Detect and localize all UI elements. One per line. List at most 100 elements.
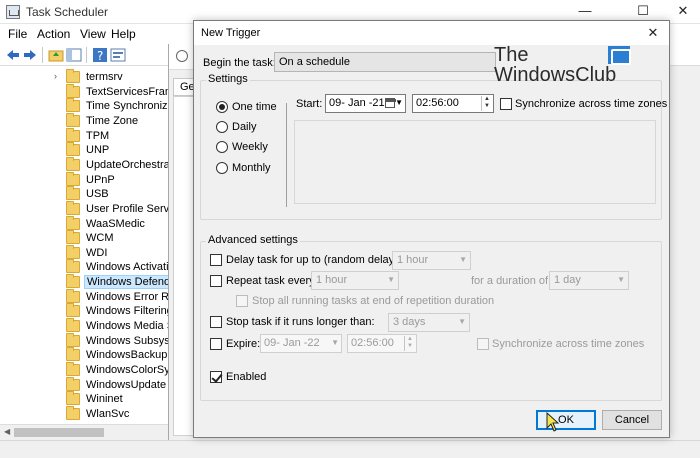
tree-item[interactable]: Windows Defender bbox=[50, 274, 168, 290]
folder-icon bbox=[66, 288, 80, 303]
radio-monthly[interactable] bbox=[216, 162, 228, 174]
folder-icon bbox=[66, 142, 80, 157]
start-label: Start: bbox=[296, 98, 323, 110]
repeat-task-checkbox[interactable] bbox=[210, 275, 222, 287]
watermark-line2: WindowsClub bbox=[494, 64, 617, 86]
dialog-close-button[interactable]: ✕ bbox=[643, 24, 663, 42]
sync-time-zones-checkbox[interactable] bbox=[500, 98, 512, 110]
cancel-button[interactable]: Cancel bbox=[602, 410, 662, 430]
tree-item-label: Windows Defender bbox=[84, 275, 168, 290]
tree-item[interactable]: › termsrv bbox=[50, 69, 168, 85]
tree-item[interactable]: Time Zone bbox=[50, 112, 168, 129]
settings-group-title: Settings bbox=[206, 73, 250, 85]
radio-daily-label: Daily bbox=[232, 121, 257, 133]
tree-horizontal-scrollbar[interactable]: ◀ bbox=[0, 424, 168, 440]
delay-value: 1 hour bbox=[397, 254, 429, 266]
stop-running-tasks-checkbox[interactable] bbox=[236, 295, 248, 307]
tree-item[interactable]: WindowsColorSystem bbox=[50, 362, 168, 378]
expire-date-picker[interactable]: 09- Jan -22 ▼ bbox=[260, 334, 342, 353]
radio-one-time[interactable] bbox=[216, 101, 228, 113]
delay-select[interactable]: 1 hour ▼ bbox=[392, 251, 471, 270]
tree-item-label: WindowsBackup bbox=[86, 349, 168, 362]
repeat-interval-select[interactable]: 1 hour ▼ bbox=[311, 271, 399, 290]
thewindowsclub-watermark: The WindowsClub bbox=[494, 44, 654, 94]
stop-task-longer-label: Stop task if it runs longer than: bbox=[226, 316, 375, 328]
expire-time-field[interactable]: 02:56:00 ▲ ▼ bbox=[347, 334, 417, 353]
menu-file[interactable]: File bbox=[8, 27, 27, 41]
scroll-left-arrow-icon[interactable]: ◀ bbox=[4, 427, 10, 436]
repeat-interval-value: 1 hour bbox=[316, 274, 348, 286]
chevron-down-icon: ▼ bbox=[387, 275, 395, 284]
expand-arrow-icon[interactable]: › bbox=[54, 71, 57, 81]
folder-icon bbox=[66, 112, 80, 127]
expire-sync-label: Synchronize across time zones bbox=[492, 338, 645, 350]
back-arrow-icon[interactable] bbox=[5, 47, 21, 63]
enabled-checkbox[interactable] bbox=[210, 371, 222, 383]
stop-task-longer-checkbox[interactable] bbox=[210, 316, 222, 328]
radio-monthly-label: Monthly bbox=[232, 162, 271, 174]
folder-icon bbox=[66, 171, 80, 186]
menu-help[interactable]: Help bbox=[111, 27, 136, 41]
folder-icon bbox=[66, 318, 80, 333]
folder-icon bbox=[66, 332, 80, 347]
expire-sync-checkbox[interactable] bbox=[477, 338, 489, 350]
radio-daily[interactable] bbox=[216, 121, 228, 133]
folder-icon bbox=[66, 69, 80, 83]
folder-icon bbox=[66, 98, 80, 113]
expire-checkbox[interactable] bbox=[210, 338, 222, 350]
dialog-title-bar: New Trigger ✕ bbox=[194, 21, 669, 45]
chevron-down-icon: ▼ bbox=[458, 317, 466, 326]
menu-action[interactable]: Action bbox=[37, 27, 70, 41]
forward-arrow-icon[interactable] bbox=[22, 47, 38, 63]
radio-weekly[interactable] bbox=[216, 141, 228, 153]
tree-item-label: Time Zone bbox=[86, 114, 139, 127]
tree-item-label: WlanSvc bbox=[86, 407, 130, 420]
tree-item-label: UNP bbox=[86, 144, 110, 157]
up-folder-icon[interactable] bbox=[48, 47, 64, 63]
tree-item-label: WindowsColorSystem bbox=[86, 364, 168, 376]
delay-task-checkbox[interactable] bbox=[210, 254, 222, 266]
enabled-label: Enabled bbox=[226, 371, 267, 383]
mouse-cursor-icon bbox=[546, 412, 560, 432]
time-spinner-icon[interactable]: ▲ ▼ bbox=[404, 336, 415, 351]
stop-task-duration-value: 3 days bbox=[393, 316, 426, 328]
tab-general[interactable]: Ge bbox=[173, 78, 195, 96]
folder-icon bbox=[66, 230, 80, 245]
calendar-icon[interactable] bbox=[385, 98, 396, 108]
show-hide-console-tree-icon[interactable] bbox=[66, 47, 82, 63]
ok-button[interactable]: OK bbox=[536, 410, 596, 430]
svg-text:?: ? bbox=[97, 49, 103, 63]
tree-item[interactable]: WlanSvc bbox=[50, 405, 168, 422]
scroll-thumb[interactable] bbox=[14, 428, 104, 437]
task-library-tree[interactable]: › termsrv TextServicesFramework Time Synchr… bbox=[0, 66, 168, 424]
chevron-down-icon[interactable]: ▼ bbox=[331, 338, 339, 347]
start-date-picker[interactable]: 09- Jan -21 ▼ bbox=[325, 94, 406, 113]
tree-item[interactable]: USB bbox=[50, 186, 168, 202]
tree-item[interactable]: WCM bbox=[50, 230, 168, 246]
help-icon[interactable]: ? bbox=[92, 47, 108, 63]
radio-weekly-label: Weekly bbox=[232, 141, 268, 153]
window-title: Task Scheduler bbox=[26, 5, 109, 19]
time-spinner-icon[interactable]: ▲ ▼ bbox=[481, 96, 492, 111]
chevron-down-icon[interactable]: ▼ bbox=[395, 98, 403, 107]
tree-item[interactable]: Windows Media Sharing bbox=[50, 318, 168, 334]
tree-item-label: Wininet bbox=[86, 393, 123, 406]
folder-icon bbox=[66, 274, 80, 289]
start-time-field[interactable]: 02:56:00 ▲ ▼ bbox=[412, 94, 494, 113]
begin-task-select[interactable]: On a schedule bbox=[274, 52, 496, 72]
tree-item-label: termsrv bbox=[86, 71, 123, 83]
folder-icon bbox=[66, 405, 80, 420]
folder-icon bbox=[66, 303, 80, 318]
settings-divider bbox=[286, 103, 287, 207]
expire-time-value: 02:56:00 bbox=[351, 337, 394, 349]
menu-view[interactable]: View bbox=[80, 27, 106, 41]
tree-item[interactable]: User Profile Service bbox=[50, 200, 168, 217]
folder-icon bbox=[66, 259, 80, 274]
folder-icon bbox=[66, 376, 80, 391]
stop-task-duration-select[interactable]: 3 days ▼ bbox=[388, 313, 470, 332]
clock-icon bbox=[176, 50, 188, 62]
properties-icon[interactable] bbox=[110, 47, 126, 63]
tree-item[interactable]: UpdateOrchestrator bbox=[50, 156, 168, 173]
duration-select[interactable]: 1 day ▼ bbox=[549, 271, 629, 290]
begin-task-label: Begin the task: bbox=[203, 57, 276, 69]
